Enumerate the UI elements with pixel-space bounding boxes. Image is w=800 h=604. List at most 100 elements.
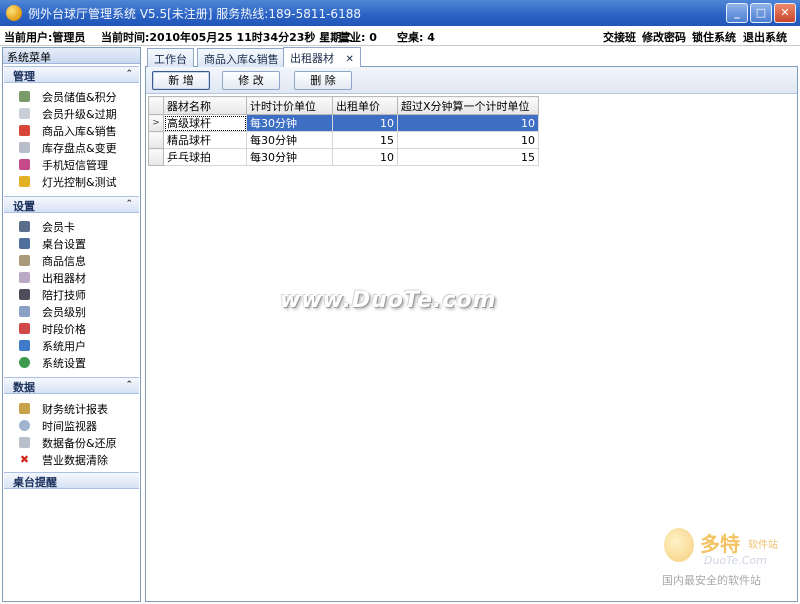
clock-icon (19, 420, 30, 431)
watermark-slogan: 国内最安全的软件站 (662, 574, 761, 587)
sidebar-item-system-users[interactable]: 系统用户 (19, 337, 86, 354)
row-header-corner (148, 96, 164, 115)
sidebar-item-system-settings[interactable]: 系统设置 (19, 354, 86, 371)
member-card-icon (19, 221, 30, 232)
light-bulb-icon (19, 176, 30, 187)
sidebar-item-goods-info[interactable]: 商品信息 (19, 252, 86, 269)
sidebar-item-label: 时段价格 (42, 322, 86, 336)
current-user: 当前用户:管理员 (4, 31, 86, 44)
info-bar: 当前用户:管理员 当前时间:2010年05月25 11时34分23秒 星期二 营… (0, 26, 800, 46)
sidebar-item-label: 财务统计报表 (42, 402, 108, 416)
close-button[interactable]: ✕ (774, 3, 796, 23)
group-settings-header[interactable]: 设置 ⌃ (4, 196, 139, 213)
sidebar-item-table-settings[interactable]: 桌台设置 (19, 235, 86, 252)
sidebar-item-goods-stock-sales[interactable]: 商品入库&销售 (19, 122, 117, 139)
table-row[interactable]: 乒乓球拍 每30分钟 10 15 (148, 148, 539, 166)
sidebar-item-label: 系统设置 (42, 356, 86, 370)
sidebar-item-sms[interactable]: 手机短信管理 (19, 156, 108, 173)
sidebar-item-finance-report[interactable]: 财务统计报表 (19, 400, 108, 417)
sidebar-item-label: 会员卡 (42, 220, 75, 234)
group-manage-header[interactable]: 管理 ⌃ (4, 66, 139, 83)
group-data-header[interactable]: 数据 ⌃ (4, 377, 139, 394)
center-watermark: www.DuoTe.com (280, 288, 497, 313)
sidebar-item-member-deposit[interactable]: 会员储值&积分 (19, 88, 117, 105)
watermark-domain: DuoTe.Com (704, 554, 767, 567)
cell-overtime[interactable]: 10 (397, 131, 539, 149)
menu-change-password[interactable]: 修改密码 (642, 29, 686, 45)
column-header-name[interactable]: 器材名称 (163, 96, 247, 115)
menu-lock-system[interactable]: 锁住系统 (692, 29, 736, 45)
sidebar-item-clear-data[interactable]: ✖ 营业数据清除 (19, 451, 108, 468)
sidebar-item-label: 会员储值&积分 (42, 90, 117, 104)
sidebar-item-member-card[interactable]: 会员卡 (19, 218, 75, 235)
cell-name[interactable]: 乒乓球拍 (163, 148, 247, 166)
table-row[interactable]: 精品球杆 每30分钟 15 10 (148, 131, 539, 149)
column-header-overtime[interactable]: 超过X分钟算一个计时单位 (397, 96, 539, 115)
sidebar-item-time-monitor[interactable]: 时间监视器 (19, 417, 97, 434)
menu-exit-system[interactable]: 退出系统 (743, 29, 787, 45)
sidebar-item-member-upgrade[interactable]: 会员升级&过期 (19, 105, 117, 122)
tab-strip: 工作台 商品入库&销售 出租器材 ✕ (145, 47, 798, 67)
minimize-button[interactable]: _ (726, 3, 748, 23)
cell-unit[interactable]: 每30分钟 (246, 131, 333, 149)
window-controls: _ □ ✕ (726, 3, 796, 23)
add-button[interactable]: 新 增 (152, 71, 210, 90)
watermark-brand-sub: 软件站 (748, 540, 778, 551)
collapse-chevron-icon[interactable]: ⌃ (125, 199, 133, 209)
sidebar-item-time-price[interactable]: 时段价格 (19, 320, 86, 337)
table-row[interactable]: > 高级球杆 每30分钟 10 10 (148, 114, 539, 132)
sidebar-item-label: 商品入库&销售 (42, 124, 117, 138)
cell-overtime[interactable]: 15 (397, 148, 539, 166)
maximize-button[interactable]: □ (750, 3, 772, 23)
free-table-count: 空桌: 4 (397, 31, 435, 44)
group-manage-title: 管理 (13, 70, 35, 83)
sidebar-item-coaches[interactable]: 陪打技师 (19, 286, 86, 303)
group-table-reminder-header[interactable]: 桌台提醒 (4, 472, 139, 489)
tab-label: 商品入库&销售 (204, 53, 279, 66)
cell-unit[interactable]: 每30分钟 (246, 148, 333, 166)
sidebar-item-rental-equipment[interactable]: 出租器材 (19, 269, 86, 286)
cell-overtime[interactable]: 10 (397, 114, 539, 132)
globe-icon (19, 357, 30, 368)
equipment-grid: 器材名称 计时计价单位 出租单价 超过X分钟算一个计时单位 > 高级球杆 每30… (148, 96, 539, 166)
goods-sales-icon (19, 125, 30, 136)
mascot-logo-icon (664, 528, 694, 562)
sidebar-item-label: 陪打技师 (42, 288, 86, 302)
window-title: 例外台球厅管理系统 V5.5[未注册] 服务热线:189-5811-6188 (28, 7, 361, 21)
grid-header-row: 器材名称 计时计价单位 出租单价 超过X分钟算一个计时单位 (148, 96, 539, 115)
menu-shift-handover[interactable]: 交接班 (603, 29, 636, 45)
delete-x-icon: ✖ (19, 453, 30, 466)
cell-price[interactable]: 10 (332, 148, 398, 166)
collapse-chevron-icon[interactable]: ⌃ (125, 380, 133, 390)
group-table-reminder-title: 桌台提醒 (13, 476, 57, 489)
member-deposit-icon (19, 91, 30, 102)
cell-name[interactable]: 高级球杆 (163, 114, 247, 132)
cell-unit[interactable]: 每30分钟 (246, 114, 333, 132)
sidebar-item-backup-restore[interactable]: 数据备份&还原 (19, 434, 117, 451)
edit-button[interactable]: 修 改 (222, 71, 280, 90)
column-header-unit[interactable]: 计时计价单位 (246, 96, 333, 115)
collapse-chevron-icon[interactable]: ⌃ (125, 69, 133, 79)
sidebar-item-member-level[interactable]: 会员级别 (19, 303, 86, 320)
sidebar-item-label: 库存盘点&变更 (42, 141, 117, 155)
app-logo-icon (6, 5, 22, 21)
cell-price[interactable]: 15 (332, 131, 398, 149)
sidebar-item-label: 出租器材 (42, 271, 86, 285)
tab-workbench[interactable]: 工作台 (147, 48, 194, 67)
sidebar-item-inventory[interactable]: 库存盘点&变更 (19, 139, 117, 156)
tab-goods-stock-sales[interactable]: 商品入库&销售 (197, 48, 286, 67)
sidebar-item-light-control[interactable]: 灯光控制&测试 (19, 173, 117, 190)
goods-info-icon (19, 255, 30, 266)
tab-label: 工作台 (154, 53, 187, 66)
group-settings-title: 设置 (13, 200, 35, 213)
tab-close-icon[interactable]: ✕ (346, 54, 354, 65)
sidebar-item-label: 数据备份&还原 (42, 436, 117, 450)
cell-price[interactable]: 10 (332, 114, 398, 132)
row-header (148, 131, 164, 149)
coach-icon (19, 289, 30, 300)
column-header-price[interactable]: 出租单价 (332, 96, 398, 115)
tab-rental-equipment[interactable]: 出租器材 ✕ (283, 47, 361, 67)
delete-button[interactable]: 删 除 (294, 71, 352, 90)
cell-name[interactable]: 精品球杆 (163, 131, 247, 149)
sidebar-item-label: 桌台设置 (42, 237, 86, 251)
